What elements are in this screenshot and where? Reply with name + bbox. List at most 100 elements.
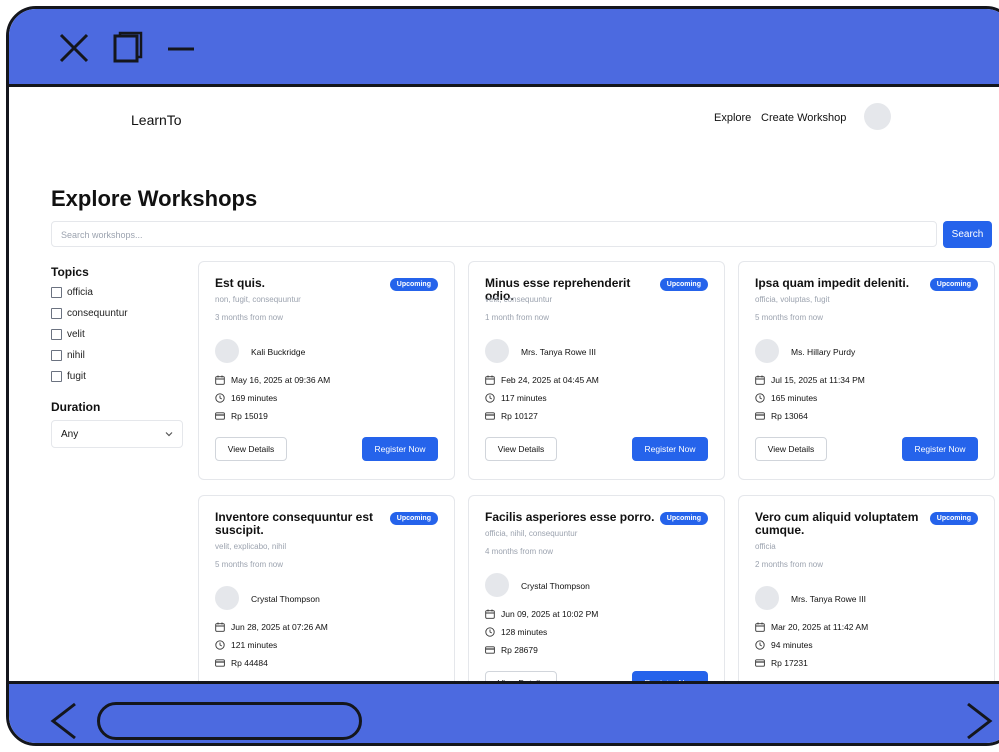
card-tags: non, fugit, consequuntur bbox=[215, 295, 301, 304]
user-avatar[interactable] bbox=[864, 103, 891, 130]
calendar-icon bbox=[485, 375, 495, 385]
topic-filter-officia[interactable]: officia bbox=[51, 285, 93, 299]
nav-link-create-workshop[interactable]: Create Workshop bbox=[761, 112, 846, 124]
card-relative-time: 1 month from now bbox=[485, 313, 550, 322]
chevron-right-icon[interactable] bbox=[962, 698, 996, 744]
card-price: Rp 17231 bbox=[755, 657, 808, 668]
checkbox[interactable] bbox=[51, 286, 62, 298]
topic-label: nihil bbox=[67, 349, 85, 361]
view-details-button[interactable]: View Details bbox=[215, 437, 287, 461]
host-avatar bbox=[485, 573, 509, 597]
topic-label: officia bbox=[67, 286, 93, 298]
card-date-text: Jun 09, 2025 at 10:02 PM bbox=[501, 608, 599, 619]
card-date-text: Jul 15, 2025 at 11:34 PM bbox=[771, 374, 865, 385]
host-name: Crystal Thompson bbox=[521, 581, 590, 591]
clock-icon bbox=[755, 639, 765, 650]
chevron-left-icon[interactable] bbox=[47, 698, 81, 744]
maximize-icon[interactable] bbox=[110, 31, 144, 65]
host-name: Ms. Hillary Purdy bbox=[791, 347, 856, 357]
topic-filter-velit[interactable]: velit bbox=[51, 327, 85, 341]
calendar-icon bbox=[215, 622, 225, 632]
calendar-icon bbox=[755, 375, 765, 385]
calendar-icon bbox=[485, 609, 495, 619]
register-now-button[interactable]: Register Now bbox=[902, 437, 978, 461]
card-duration: 117 minutes bbox=[485, 392, 547, 403]
page-title: Explore Workshops bbox=[51, 186, 258, 211]
card-price: Rp 44484 bbox=[215, 657, 268, 668]
status-badge: Upcoming bbox=[929, 512, 978, 525]
card-duration: 121 minutes bbox=[215, 639, 277, 650]
workshop-card: Ipsa quam impedit deleniti. Upcoming offic… bbox=[738, 261, 995, 480]
calendar-icon bbox=[755, 622, 765, 632]
host-avatar bbox=[485, 339, 509, 363]
card-date-text: Mar 20, 2025 at 11:42 AM bbox=[771, 621, 869, 632]
topic-filter-fugit[interactable]: fugit bbox=[51, 369, 86, 383]
card-price-text: Rp 44484 bbox=[231, 657, 268, 668]
card-duration-text: 94 minutes bbox=[771, 639, 813, 650]
host-name: Mrs. Tanya Rowe III bbox=[791, 594, 866, 604]
card-date: Jul 15, 2025 at 11:34 PM bbox=[755, 374, 865, 385]
status-badge: Upcoming bbox=[929, 278, 978, 291]
view-details-button[interactable]: View Details bbox=[485, 437, 557, 461]
card-duration: 128 minutes bbox=[485, 626, 547, 637]
credit-card-icon bbox=[485, 645, 495, 654]
card-relative-time: 3 months from now bbox=[215, 313, 284, 322]
register-now-button[interactable]: Register Now bbox=[632, 437, 708, 461]
window-bottombar bbox=[9, 681, 999, 744]
card-date: Jun 28, 2025 at 07:26 AM bbox=[215, 621, 328, 632]
card-date: Jun 09, 2025 at 10:02 PM bbox=[485, 608, 598, 619]
nav-link-explore[interactable]: Explore bbox=[714, 112, 751, 124]
topic-filter-nihil[interactable]: nihil bbox=[51, 348, 85, 362]
close-icon[interactable] bbox=[57, 31, 91, 65]
card-title[interactable]: Est quis. bbox=[215, 277, 385, 290]
card-duration-text: 121 minutes bbox=[231, 639, 278, 650]
card-title[interactable]: Inventore consequuntur est suscipit. bbox=[215, 511, 385, 537]
card-tags: velit, consequuntur bbox=[485, 295, 553, 304]
clock-icon bbox=[215, 639, 225, 650]
clock-icon bbox=[755, 392, 765, 403]
card-relative-time: 2 months from now bbox=[755, 560, 824, 569]
calendar-icon bbox=[215, 375, 225, 385]
horizontal-scrollbar-thumb[interactable] bbox=[97, 702, 362, 740]
duration-select[interactable]: Any bbox=[51, 420, 183, 448]
host-name: Crystal Thompson bbox=[251, 594, 320, 604]
card-relative-time: 5 months from now bbox=[215, 560, 284, 569]
search-button[interactable]: Search bbox=[943, 221, 992, 248]
card-price: Rp 10127 bbox=[485, 410, 538, 421]
checkbox[interactable] bbox=[51, 370, 62, 382]
register-now-button[interactable]: Register Now bbox=[632, 671, 708, 681]
card-title[interactable]: Facilis asperiores esse porro. bbox=[485, 511, 655, 524]
status-badge: Upcoming bbox=[659, 512, 708, 525]
card-date: Mar 20, 2025 at 11:42 AM bbox=[755, 621, 868, 632]
card-duration: 169 minutes bbox=[215, 392, 277, 403]
checkbox[interactable] bbox=[51, 307, 62, 319]
clock-icon bbox=[215, 392, 225, 403]
view-details-button[interactable]: View Details bbox=[485, 671, 557, 681]
credit-card-icon bbox=[485, 411, 495, 420]
checkbox[interactable] bbox=[51, 349, 62, 361]
card-tags: officia, nihil, consequuntur bbox=[485, 529, 578, 538]
minimize-icon[interactable] bbox=[164, 31, 198, 65]
checkbox[interactable] bbox=[51, 328, 62, 340]
card-date: Feb 24, 2025 at 04:45 AM bbox=[485, 374, 599, 385]
card-relative-time: 4 months from now bbox=[485, 547, 554, 556]
card-price: Rp 13064 bbox=[755, 410, 808, 421]
window-titlebar bbox=[9, 9, 999, 87]
view-details-button[interactable]: View Details bbox=[755, 437, 827, 461]
topic-filter-consequuntur[interactable]: consequuntur bbox=[51, 306, 128, 320]
chevron-down-icon bbox=[165, 432, 173, 437]
topics-heading: Topics bbox=[51, 265, 89, 279]
brand-logo[interactable]: LearnTo bbox=[131, 112, 182, 128]
browser-window: LearnTo Explore Create Workshop Explore … bbox=[6, 6, 999, 746]
search-input[interactable]: Search workshops... bbox=[51, 221, 937, 247]
host-avatar bbox=[755, 586, 779, 610]
card-title[interactable]: Vero cum aliquid voluptatem cumque. bbox=[755, 511, 925, 537]
register-now-button[interactable]: Register Now bbox=[362, 437, 438, 461]
workshop-card: Vero cum aliquid voluptatem cumque. Upcom… bbox=[738, 495, 995, 681]
card-tags: velit, explicabo, nihil bbox=[215, 542, 287, 551]
card-duration-text: 165 minutes bbox=[771, 392, 818, 403]
host-name: Kali Buckridge bbox=[251, 347, 306, 357]
card-date-text: Feb 24, 2025 at 04:45 AM bbox=[501, 374, 599, 385]
clock-icon bbox=[485, 626, 495, 637]
card-title[interactable]: Ipsa quam impedit deleniti. bbox=[755, 277, 925, 290]
